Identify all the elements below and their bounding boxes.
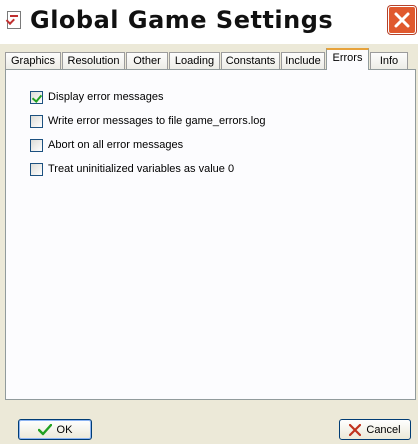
abort-on-errors-checkbox[interactable] [30, 138, 43, 152]
ok-button[interactable]: OK [18, 419, 92, 440]
display-errors-checkbox[interactable] [30, 90, 43, 104]
tab-include[interactable]: Include [281, 52, 325, 70]
abort-on-errors-option[interactable]: Abort on all error messages [30, 138, 183, 152]
display-errors-option[interactable]: Display error messages [30, 90, 164, 104]
tab-graphics[interactable]: Graphics [5, 52, 61, 70]
tab-resolution[interactable]: Resolution [62, 52, 125, 70]
cancel-button[interactable]: Cancel [339, 419, 411, 440]
tab-errors[interactable]: Errors [326, 48, 369, 70]
button-bar: OK Cancel [0, 400, 418, 444]
ok-label: OK [56, 423, 73, 436]
title-bar: Global Game Settings [0, 0, 418, 44]
checkmark-icon [37, 423, 52, 435]
option-label: Treat uninitialized variables as value 0 [48, 163, 235, 175]
option-label: Write error messages to file game_errors… [48, 115, 266, 127]
x-icon [349, 423, 362, 436]
close-icon [394, 12, 410, 28]
option-label: Abort on all error messages [48, 139, 184, 151]
write-errors-log-option[interactable]: Write error messages to file game_errors… [30, 114, 265, 128]
tab-loading[interactable]: Loading [169, 52, 220, 70]
cancel-label: Cancel [366, 423, 401, 436]
tab-other[interactable]: Other [126, 52, 168, 70]
tab-constants[interactable]: Constants [221, 52, 280, 70]
tab-info[interactable]: Info [370, 52, 408, 70]
settings-document-icon [7, 11, 21, 29]
uninitialized-vars-checkbox[interactable] [30, 162, 43, 176]
tab-strip: Graphics Resolution Other Loading Consta… [5, 48, 416, 70]
close-button[interactable] [388, 6, 416, 34]
option-label: Display error messages [48, 91, 164, 103]
write-errors-log-checkbox[interactable] [30, 114, 43, 128]
uninitialized-vars-option[interactable]: Treat uninitialized variables as value 0 [30, 162, 234, 176]
errors-panel: Display error messages Write error messa… [5, 69, 416, 400]
window-title: Global Game Settings [30, 6, 334, 34]
